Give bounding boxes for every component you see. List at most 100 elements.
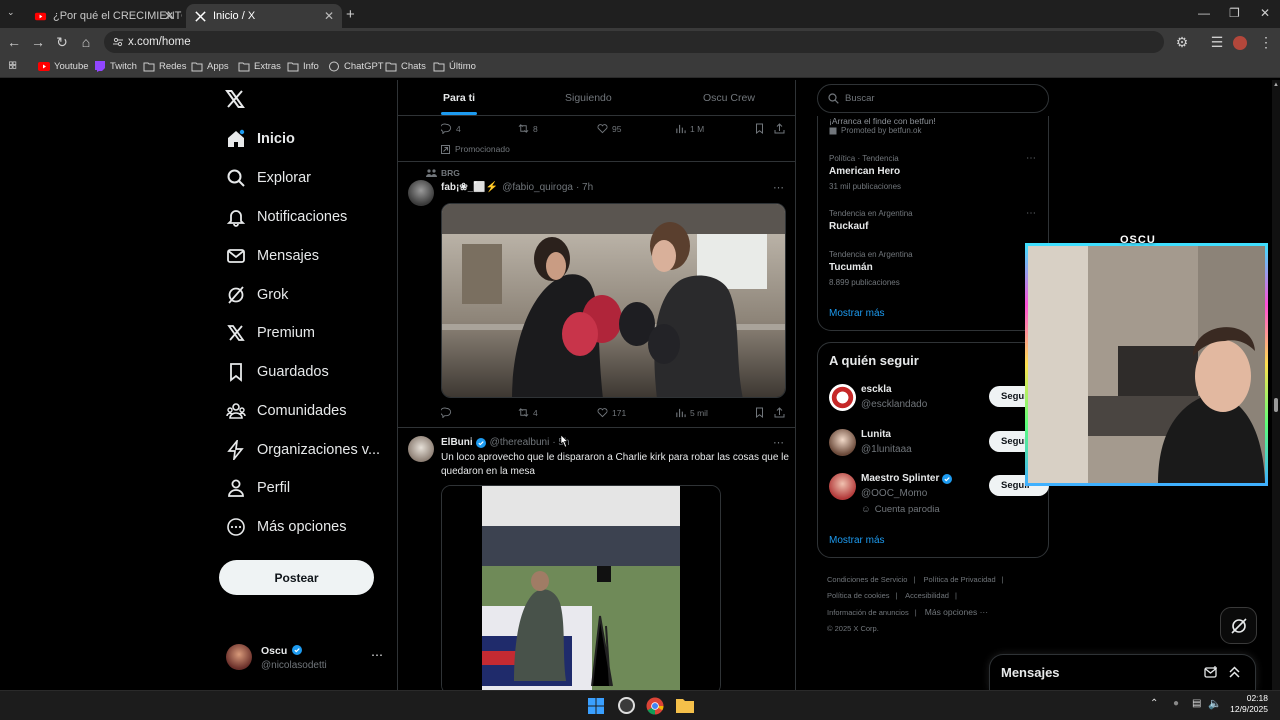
sidebar-item-notificaciones[interactable]: Notificaciones	[226, 203, 347, 231]
sidebar-item-guardados[interactable]: Guardados	[226, 358, 329, 386]
post-author-handle[interactable]: @fabio_quiroga	[502, 182, 573, 193]
sidebar-item-inicio[interactable]: Inicio	[226, 125, 295, 153]
footer-link[interactable]: Política de cookies	[827, 591, 890, 600]
tab-siguiendo[interactable]: Siguiendo	[565, 92, 612, 104]
chrome-icon[interactable]	[646, 697, 664, 715]
sidebar-item-premium[interactable]: Premium	[226, 319, 315, 347]
post-more-icon[interactable]: ⋯	[773, 181, 784, 194]
home-button[interactable]: ⌂	[78, 34, 94, 50]
tab-para-ti[interactable]: Para ti	[443, 92, 475, 104]
bookmark-folder-ultimo[interactable]: Último	[433, 61, 476, 72]
browser-menu-icon[interactable]: ⋮	[1258, 34, 1274, 50]
tab-oscu-crew[interactable]: Oscu Crew	[703, 92, 755, 104]
sidebar-item-comunidades[interactable]: Comunidades	[226, 397, 346, 425]
mic-icon[interactable]: ●	[1173, 698, 1179, 709]
bookmark-chatgpt[interactable]: ChatGPT	[328, 61, 384, 72]
apps-grid-icon[interactable]	[8, 61, 24, 72]
bookmark-icon[interactable]	[754, 407, 765, 418]
obs-icon[interactable]	[618, 697, 635, 714]
grok-floating-button[interactable]	[1220, 607, 1257, 644]
profile-avatar[interactable]	[1233, 36, 1247, 50]
repost-button[interactable]: 4	[518, 407, 538, 418]
footer-link[interactable]: Accesibilidad	[905, 591, 949, 600]
ad-text[interactable]: ¡Arranca el finde con betfun!	[829, 116, 936, 126]
post-media-video[interactable]	[441, 485, 721, 690]
extensions-icon[interactable]: ⚙	[1174, 34, 1190, 50]
network-icon[interactable]: ▤	[1192, 698, 1201, 709]
sidebar-item-mas-opciones[interactable]: Más opciones	[226, 513, 346, 541]
browser-tab-x[interactable]: Inicio / X ✕	[186, 4, 342, 28]
avatar[interactable]	[408, 180, 434, 206]
address-bar[interactable]	[104, 31, 1164, 53]
new-message-icon[interactable]	[1204, 666, 1218, 679]
back-button[interactable]: ←	[6, 34, 22, 50]
reply-button[interactable]	[441, 407, 456, 418]
views-button[interactable]: 1 M	[675, 123, 704, 134]
tab-search-button[interactable]: ⌄	[7, 7, 21, 21]
scroll-up-arrow[interactable]: ▲	[1273, 82, 1279, 88]
trend-name[interactable]: Ruckauf	[829, 221, 868, 232]
bookmark-twitch[interactable]: Twitch	[94, 61, 137, 72]
follow-suggestion[interactable]: esckla @escklandado Seguir	[829, 384, 1049, 424]
show-more-link[interactable]: Mostrar más	[829, 308, 885, 319]
trend-name[interactable]: Tucumán	[829, 262, 873, 273]
sidebar-item-organizaciones[interactable]: Organizaciones v...	[226, 436, 380, 464]
scrollbar-thumb[interactable]	[1274, 398, 1278, 412]
sidebar-item-mensajes[interactable]: Mensajes	[226, 242, 319, 270]
post-time[interactable]: · 7h	[576, 182, 593, 193]
post-media-image[interactable]	[441, 203, 786, 398]
like-button[interactable]: 171	[597, 407, 626, 418]
sidebar-item-perfil[interactable]: Perfil	[226, 474, 290, 502]
x-logo-icon[interactable]	[225, 89, 245, 109]
bookmark-folder-redes[interactable]: Redes	[143, 61, 186, 72]
bookmark-youtube[interactable]: Youtube	[38, 61, 89, 72]
reload-button[interactable]: ↻	[54, 34, 70, 50]
post-more-icon[interactable]: ⋯	[773, 436, 784, 449]
scrollbar[interactable]: ▲	[1272, 80, 1280, 690]
windows-start-icon[interactable]	[588, 698, 604, 714]
restore-button[interactable]: ❐	[1229, 6, 1240, 20]
bookmark-folder-chats[interactable]: Chats	[385, 61, 426, 72]
media-control-icon[interactable]: ☰	[1209, 34, 1225, 50]
url-text[interactable]: x.com/home	[128, 36, 191, 48]
trend-name[interactable]: American Hero	[829, 166, 900, 177]
reply-button[interactable]: 4	[441, 123, 461, 134]
bookmark-folder-info[interactable]: Info	[287, 61, 319, 72]
avatar[interactable]	[408, 436, 434, 462]
forward-button[interactable]: →	[30, 34, 46, 50]
close-tab-icon[interactable]: ✕	[324, 9, 334, 23]
system-clock[interactable]: 02:18 12/9/2025	[1222, 693, 1268, 715]
chevron-up-icon[interactable]	[1228, 665, 1241, 679]
footer-link[interactable]: Información de anuncios	[827, 608, 909, 617]
minimize-button[interactable]: —	[1198, 6, 1210, 20]
share-icon[interactable]	[774, 123, 785, 134]
trend-more-icon[interactable]: ⋯	[1026, 153, 1036, 164]
tray-chevron-icon[interactable]: ⌃	[1150, 698, 1158, 709]
community-label[interactable]: BRG	[426, 168, 460, 178]
share-icon[interactable]	[774, 407, 785, 418]
bookmark-folder-extras[interactable]: Extras	[238, 61, 281, 72]
close-window-button[interactable]: ✕	[1260, 6, 1270, 20]
follow-suggestion[interactable]: Lunita @1lunitaaa Seguir	[829, 429, 1049, 469]
show-more-link[interactable]: Mostrar más	[829, 535, 885, 546]
sidebar-item-explorar[interactable]: Explorar	[226, 164, 311, 192]
bookmark-icon[interactable]	[754, 123, 765, 134]
post-author-name[interactable]: ElBuni	[441, 437, 473, 448]
close-tab-icon[interactable]: ✕	[164, 9, 174, 23]
repost-button[interactable]: 8	[518, 123, 538, 134]
views-button[interactable]: 5 mil	[675, 407, 708, 418]
bookmark-folder-apps[interactable]: Apps	[191, 61, 229, 72]
post-author-handle[interactable]: @therealbuni	[490, 437, 550, 448]
post-author-name[interactable]: fab¡❀_⬜⚡	[441, 182, 498, 193]
footer-link[interactable]: Política de Privacidad	[924, 575, 996, 584]
search-input[interactable]: Buscar	[817, 84, 1049, 113]
volume-icon[interactable]: 🔈	[1208, 697, 1222, 710]
sidebar-item-grok[interactable]: Grok	[226, 281, 288, 309]
new-tab-button[interactable]: +	[346, 6, 355, 23]
trend-more-icon[interactable]: ⋯	[1026, 208, 1036, 219]
messages-drawer[interactable]: Mensajes	[989, 654, 1256, 690]
site-info-icon[interactable]	[112, 36, 124, 48]
footer-link[interactable]: Más opciones ···	[925, 607, 988, 617]
footer-link[interactable]: Condiciones de Servicio	[827, 575, 907, 584]
follow-suggestion[interactable]: Maestro Splinter @OOC_Momo ☺ Cuenta parod…	[829, 473, 1049, 515]
